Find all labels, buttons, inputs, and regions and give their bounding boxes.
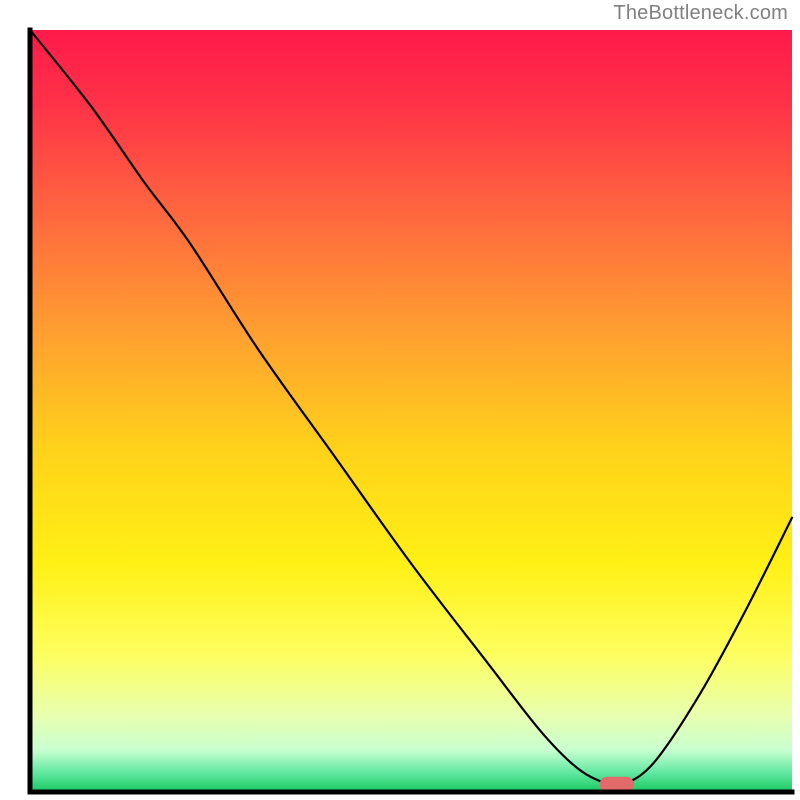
plot-background [30,30,792,792]
bottleneck-chart: TheBottleneck.com [0,0,800,800]
attribution-text: TheBottleneck.com [613,2,788,25]
chart-svg [0,0,800,800]
